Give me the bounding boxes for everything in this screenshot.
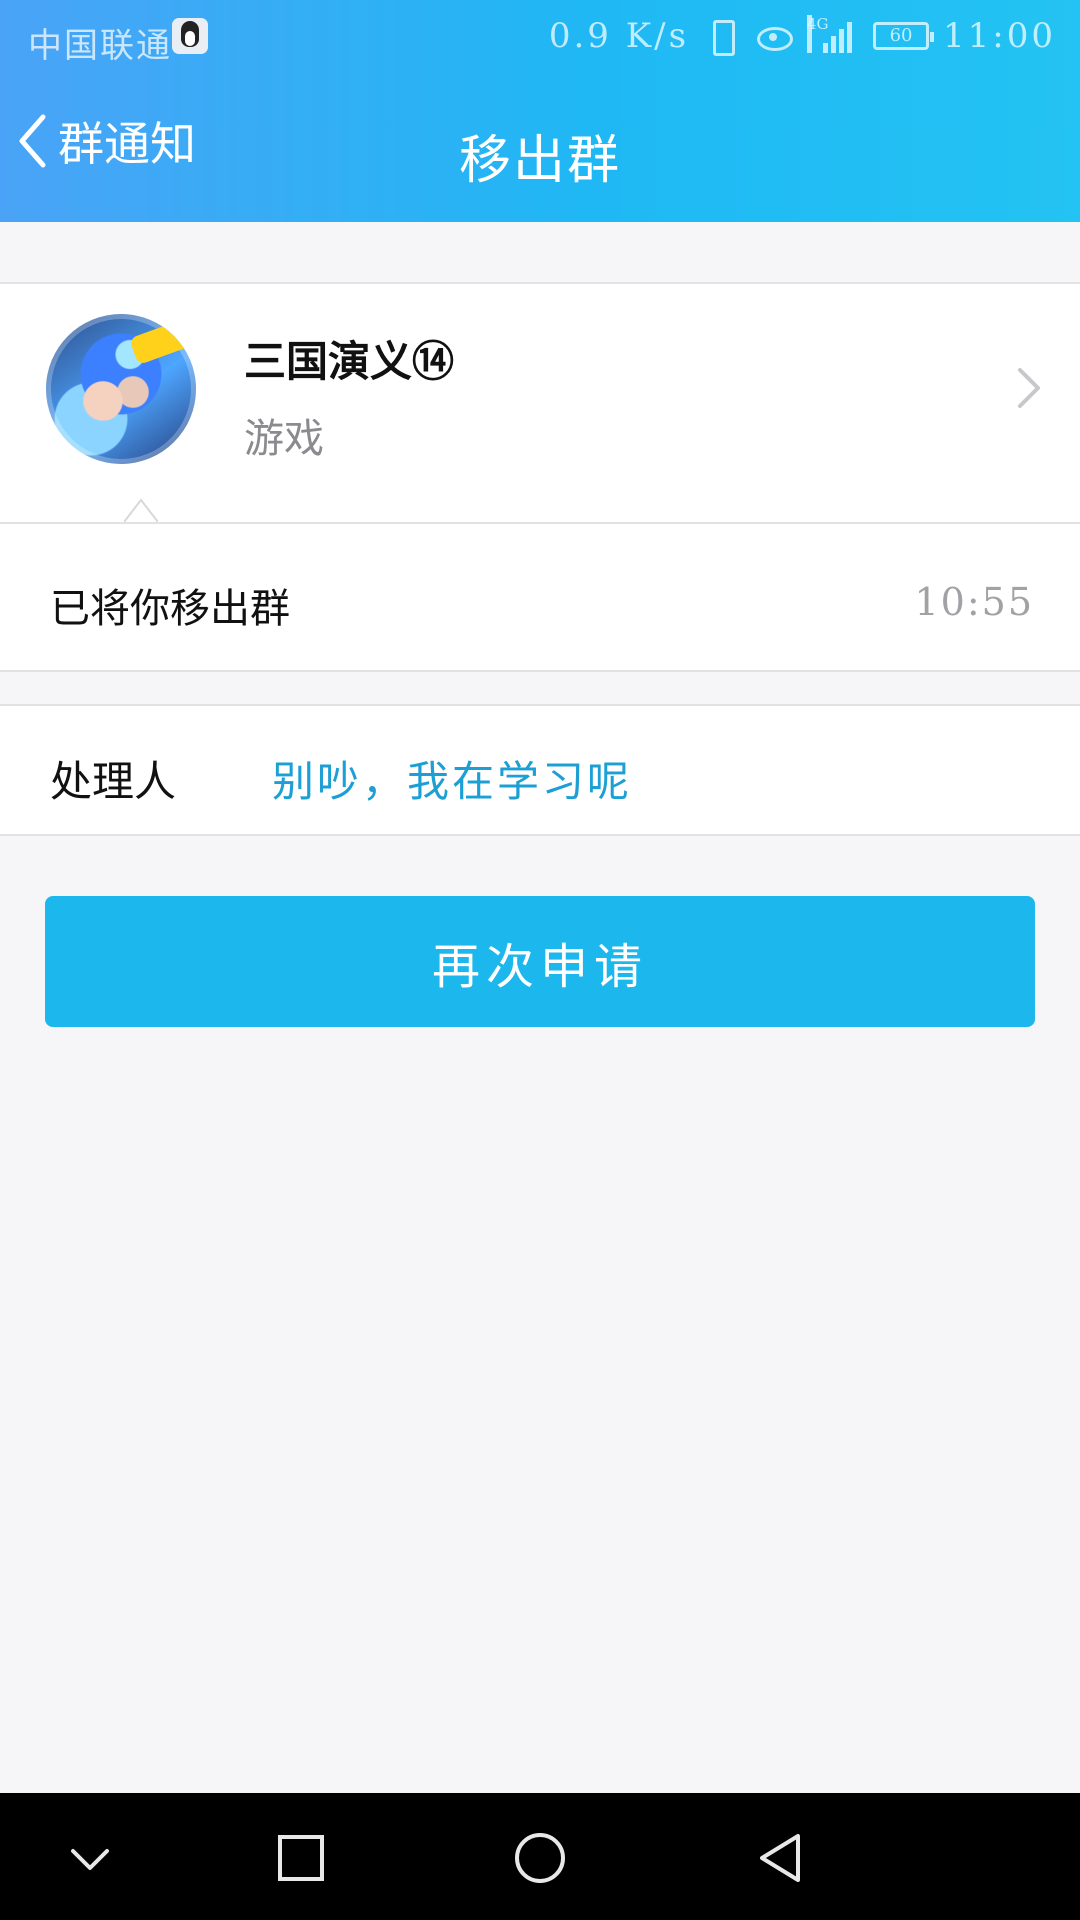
system-navigation-bar xyxy=(0,1793,1080,1920)
network-type-badge: 4G xyxy=(807,15,829,53)
eye-icon xyxy=(755,17,794,55)
signal-bar xyxy=(847,22,853,53)
page-title: 移出群 xyxy=(458,131,621,191)
vibrate-icon xyxy=(703,17,741,56)
signal-bar xyxy=(839,29,845,53)
notification-message: 已将你移出群 xyxy=(50,586,290,632)
notification-time: 10:55 xyxy=(914,580,1034,624)
group-avatar[interactable] xyxy=(46,314,196,464)
triangle-back-icon[interactable] xyxy=(750,1828,810,1888)
handler-name[interactable]: 别吵，我在学习呢 xyxy=(272,748,632,809)
status-indicators: 0.9 K/s 4G 60 11:00 xyxy=(548,15,1056,56)
header: 中国联通 0.9 K/s 4G 60 11:00 群通知 移出群 xyxy=(0,0,1080,222)
chevron-right-icon[interactable] xyxy=(1016,366,1042,410)
chevron-down-icon[interactable] xyxy=(60,1828,120,1888)
group-category: 游戏 xyxy=(244,416,324,462)
square-icon[interactable] xyxy=(271,1828,331,1888)
handler-label: 处理人 xyxy=(50,757,177,806)
avatar-badge-decoration xyxy=(128,318,194,366)
network-speed: 0.9 K/s xyxy=(548,16,690,56)
status-time: 11:00 xyxy=(943,16,1056,56)
group-name[interactable]: 三国演义⑭ xyxy=(244,328,454,389)
status-bar: 中国联通 0.9 K/s 4G 60 11:00 xyxy=(0,0,1080,78)
signal-bar xyxy=(823,43,829,53)
reapply-button[interactable]: 再次申请 xyxy=(45,896,1035,1027)
group-notification-card: 三国演义⑭ 游戏 已将你移出群 10:55 xyxy=(0,282,1080,672)
handler-row: 处理人 别吵，我在学习呢 xyxy=(0,704,1080,836)
battery-icon: 60 xyxy=(873,22,935,50)
card-divider xyxy=(0,522,1080,524)
circle-icon[interactable] xyxy=(510,1828,570,1888)
signal-bar xyxy=(831,36,837,53)
signal-icon: 4G xyxy=(807,15,859,55)
card-pointer xyxy=(124,498,158,523)
qq-icon xyxy=(172,18,208,54)
carrier-name: 中国联通 xyxy=(28,26,172,66)
